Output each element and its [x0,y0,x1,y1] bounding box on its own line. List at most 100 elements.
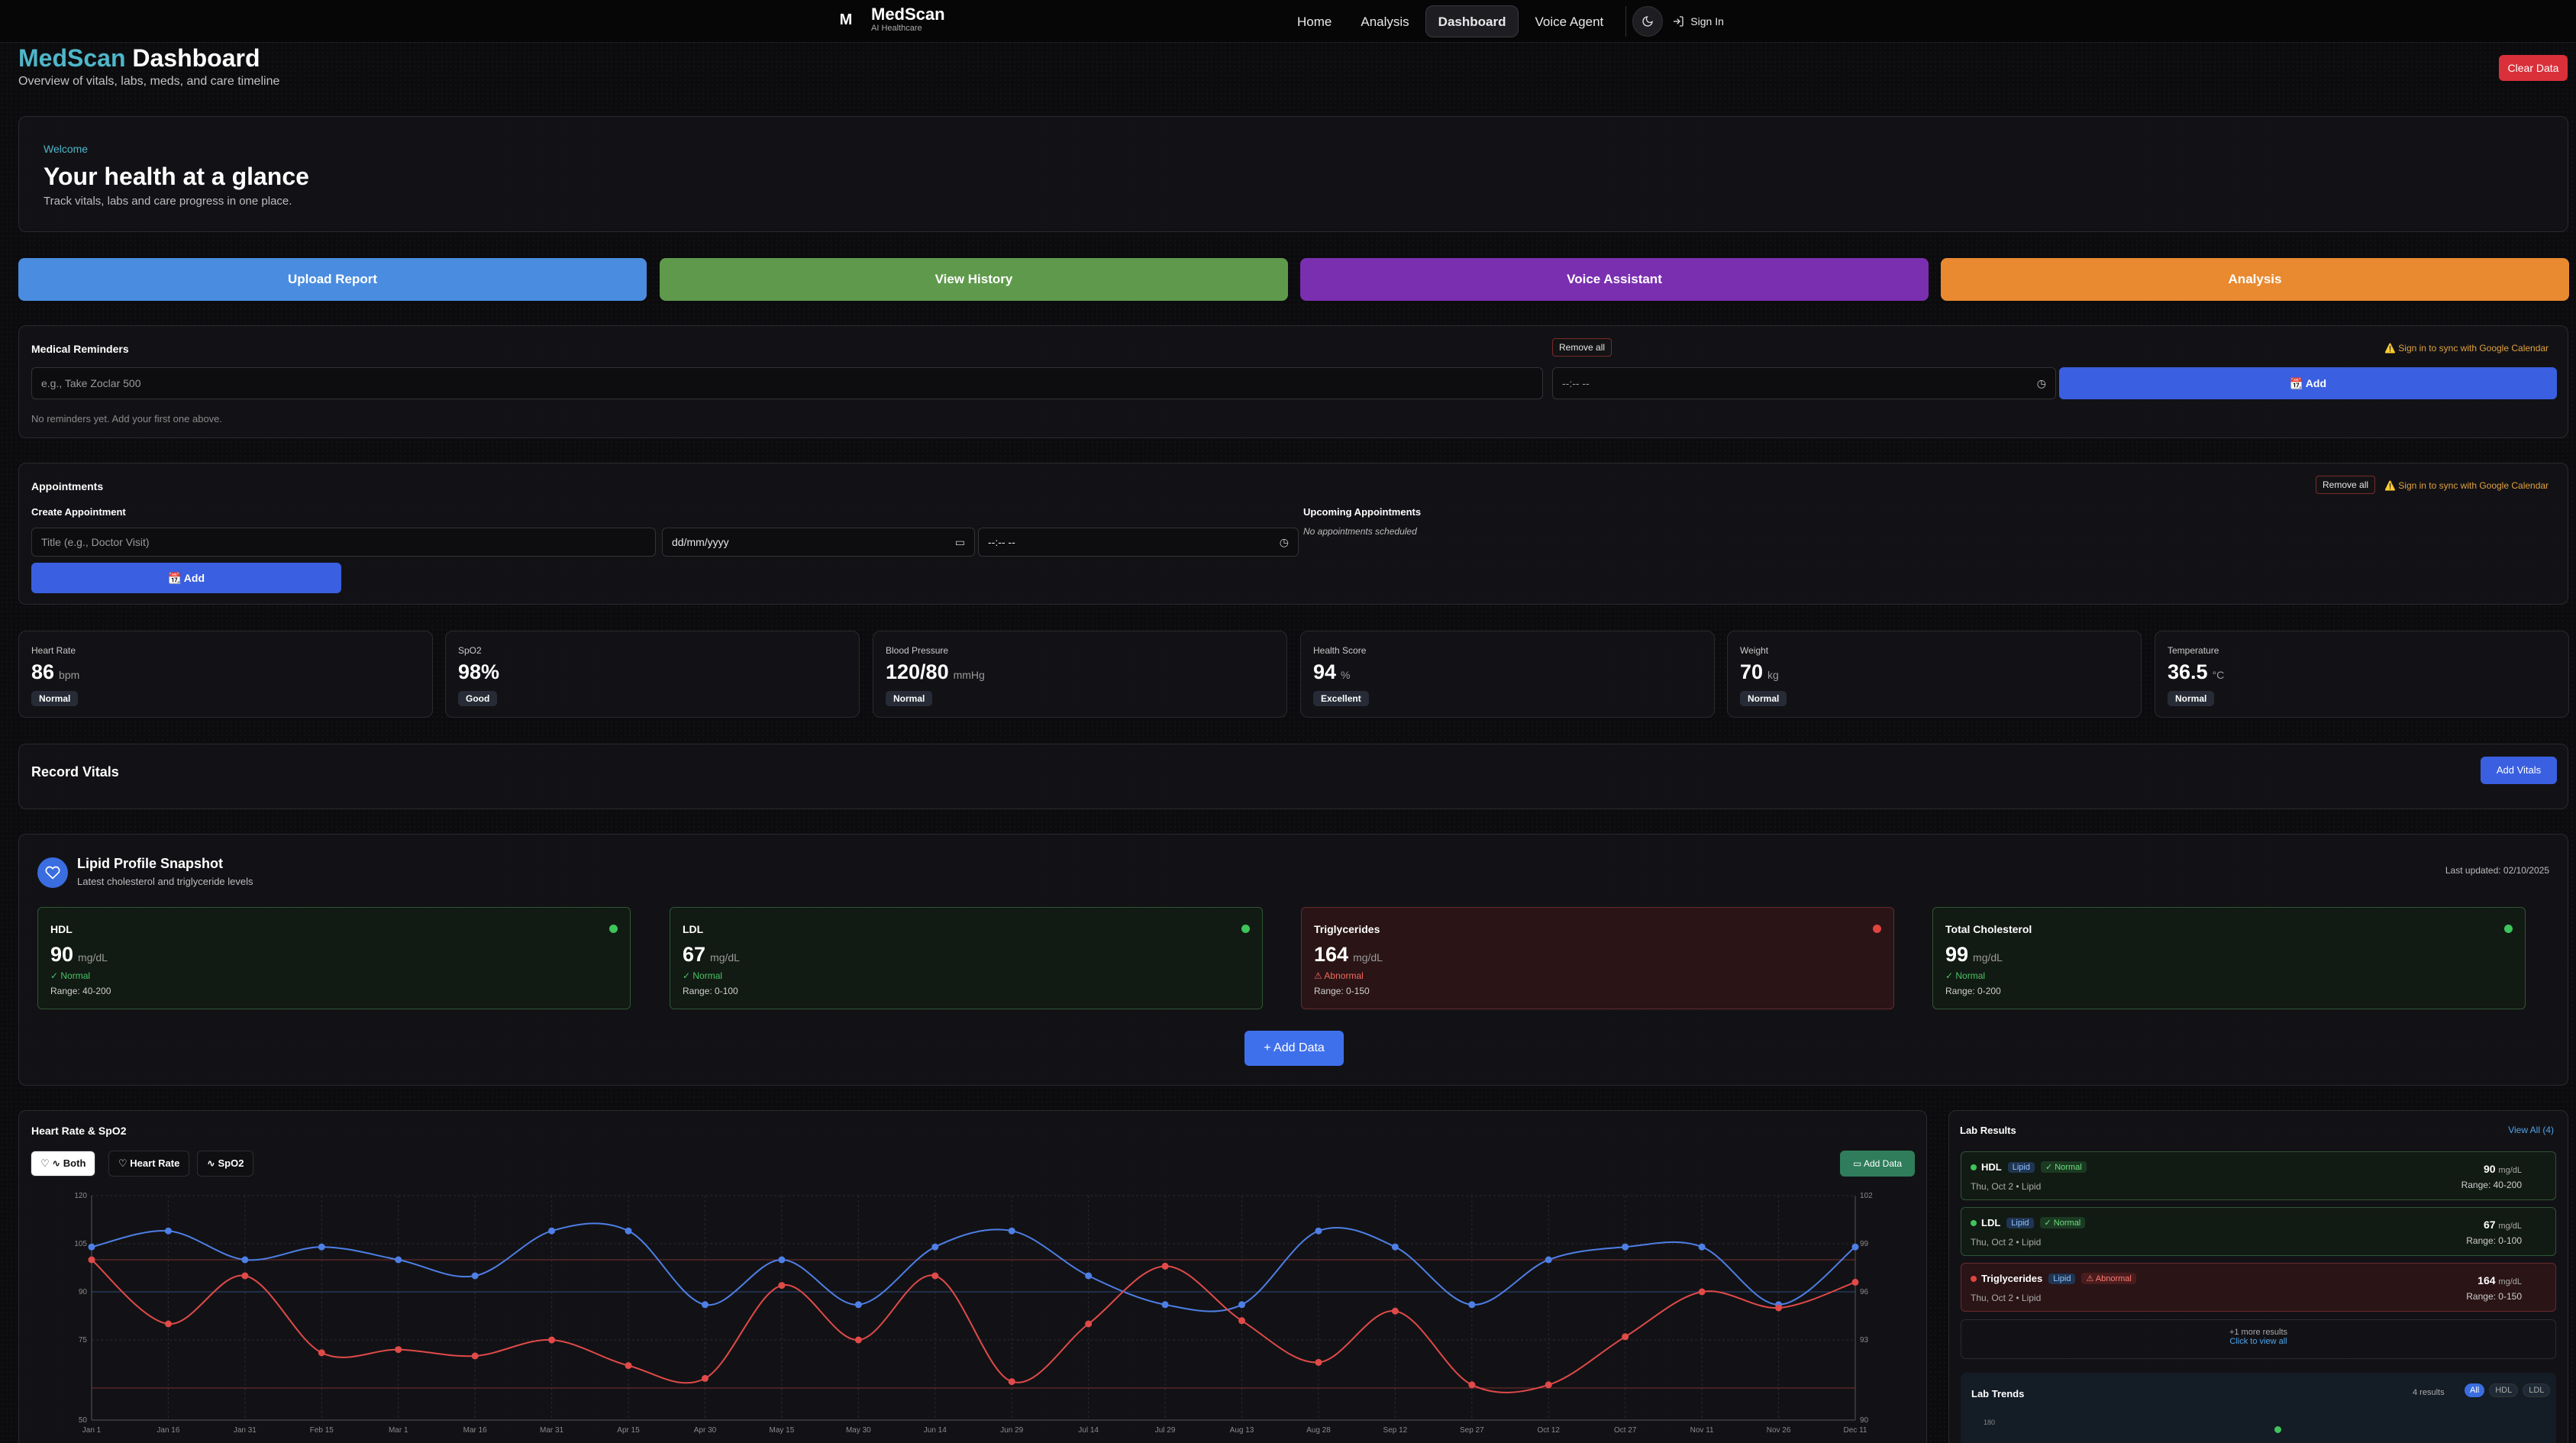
voice-assistant-button[interactable]: Voice Assistant [1300,258,1929,301]
create-appointment-title: Create Appointment [31,506,126,518]
trends-filter-hdl[interactable]: HDL [2489,1383,2519,1397]
nav-home[interactable]: Home [1284,5,1344,37]
appointments-sync-warning[interactable]: ⚠️ Sign in to sync with Google Calendar [2384,480,2549,491]
view-history-button[interactable]: View History [660,258,1288,301]
lipid-value: 164 mg/dL [1314,943,1383,966]
lipid-card-ldl[interactable]: LDL 67 mg/dL ✓ Normal Range: 0-100 [670,907,1263,1009]
lab-more-link[interactable]: Click to view all [1961,1337,2555,1346]
data-point [854,1336,862,1344]
data-point [854,1301,862,1309]
moon-icon [1642,16,1654,27]
x-tick-label: Mar 31 [540,1426,564,1435]
lab-name: LDL [1981,1217,2001,1228]
clock-icon: ◷ [2036,377,2046,389]
reminder-add-button[interactable]: 📆 Add [2059,367,2557,399]
nav-analysis[interactable]: Analysis [1348,5,1422,37]
calendar-icon: ▭ [954,536,965,548]
lab-name: Triglycerides [1981,1273,2043,1284]
lab-results-title: Lab Results [1960,1125,2016,1136]
lab-status: ⚠ Abnormal [2081,1273,2136,1284]
analysis-button[interactable]: Analysis [1941,258,2569,301]
nav-dashboard[interactable]: Dashboard [1425,5,1519,37]
reminders-sync-warning[interactable]: ⚠️ Sign in to sync with Google Calendar [2384,343,2549,353]
appointment-date-input[interactable]: dd/mm/yyyy ▭ [662,528,975,557]
record-vitals-card: Record Vitals Add Vitals [18,744,2568,809]
chart-add-data-button[interactable]: ▭ Add Data [1840,1151,1915,1177]
x-tick-label: Nov 26 [1767,1426,1791,1435]
nav-voice-agent[interactable]: Voice Agent [1522,5,1616,37]
lipid-range: Range: 0-100 [683,986,738,996]
lipid-name: Total Cholesterol [1945,923,2032,935]
lab-more-results[interactable]: +1 more results Click to view all [1961,1319,2556,1359]
x-tick-label: Aug 28 [1306,1426,1331,1435]
vital-value: 86 bpm [31,660,80,683]
vital-value: 98% [458,660,500,683]
lab-view-all-link[interactable]: View All (4) [2508,1125,2554,1135]
trends-y-tick: 180 [1984,1419,1996,1426]
lipid-card-total-cholesterol[interactable]: Total Cholesterol 99 mg/dL ✓ Normal Range… [1932,907,2526,1009]
lab-date: Thu, Oct 2 • Lipid [1971,1237,2042,1248]
vital-label: Heart Rate [31,645,76,656]
y-tick-left: 90 [79,1288,88,1296]
reminders-remove-all-button[interactable]: Remove all [1552,338,1612,357]
trends-filter-all[interactable]: All [2465,1383,2485,1397]
x-tick-label: Mar 16 [463,1426,488,1435]
lipid-last-updated: Last updated: 02/10/2025 [2445,865,2549,876]
lab-item-hdl[interactable]: HDL Lipid ✓ Normal Thu, Oct 2 • Lipid 90 m… [1961,1151,2556,1200]
status-dot [609,925,618,933]
vital-status-badge: Normal [1740,691,1787,706]
data-point [1161,1301,1169,1309]
lipid-range: Range: 0-200 [1945,986,2001,996]
upload-report-button[interactable]: Upload Report [18,258,647,301]
lipid-subtitle: Latest cholesterol and triglyceride leve… [77,876,253,887]
appointments-remove-all-button[interactable]: Remove all [2316,476,2376,494]
vital-heart-rate: Heart Rate 86 bpm Normal [18,631,433,718]
welcome-card: Welcome Your health at a glance Track vi… [18,116,2568,232]
y-tick-right: 102 [1860,1192,1873,1200]
vital-status-badge: Excellent [1313,691,1369,706]
vital-label: Blood Pressure [886,645,949,656]
vital-status-badge: Normal [886,691,933,706]
toggle-both[interactable]: ♡ ∿ Both [31,1151,96,1177]
status-dot [2504,925,2513,933]
reminder-text-input[interactable]: e.g., Take Zoclar 500 [31,367,1543,399]
lab-status: ✓ Normal [2040,1161,2087,1173]
login-icon [1674,16,1683,27]
data-point [471,1272,479,1280]
clear-data-button[interactable]: Clear Data [2499,55,2568,81]
lab-item-triglycerides[interactable]: Triglycerides Lipid ⚠ Abnormal Thu, Oct 2 … [1961,1263,2556,1312]
page-title: MedScan Dashboard [18,44,260,73]
reminders-title: Medical Reminders [31,343,129,355]
lipid-card-hdl[interactable]: HDL 90 mg/dL ✓ Normal Range: 40-200 [37,907,631,1009]
sign-in-button[interactable]: Sign In [1672,15,1724,27]
record-vitals-title: Record Vitals [31,764,119,780]
lipid-status: ✓ Normal [50,970,91,981]
data-point [1238,1317,1246,1325]
data-point [548,1336,556,1344]
welcome-heading: Your health at a glance [44,163,309,190]
appointment-time-input[interactable]: --:-- -- ◷ [978,528,1299,557]
reminders-empty-text: No reminders yet. Add your first one abo… [31,413,223,425]
data-point [1775,1304,1783,1312]
data-point [241,1272,249,1280]
y-tick-left: 105 [74,1240,87,1248]
toggle-heart-rate[interactable]: ♡ Heart Rate [108,1151,190,1177]
sign-in-label: Sign In [1690,15,1724,27]
lipid-card-triglycerides[interactable]: Triglycerides 164 mg/dL ⚠ Abnormal Range:… [1301,907,1894,1009]
toggle-spo2[interactable]: ∿ SpO2 [197,1151,254,1177]
reminder-time-input[interactable]: --:-- -- ◷ [1552,367,2056,399]
theme-toggle-button[interactable] [1632,6,1664,37]
reminder-time-placeholder: --:-- -- [1562,377,1590,389]
lab-item-ldl[interactable]: LDL Lipid ✓ Normal Thu, Oct 2 • Lipid 67 m… [1961,1207,2556,1256]
brand[interactable]: M MedScan AI Healthcare [834,6,945,34]
activity-icon: ∿ [207,1157,218,1169]
lab-trends-title: Lab Trends [1971,1388,2025,1399]
data-point [1622,1333,1629,1341]
appointment-title-input[interactable]: Title (e.g., Doctor Visit) [31,528,656,557]
appointment-add-button[interactable]: 📆 Add [31,563,341,593]
lipid-name: LDL [683,923,704,935]
lab-tag: Lipid [2006,1217,2034,1228]
trends-filter-ldl[interactable]: LDL [2523,1383,2551,1397]
lipid-add-data-button[interactable]: + Add Data [1244,1031,1344,1066]
add-vitals-button[interactable]: Add Vitals [2481,757,2557,784]
